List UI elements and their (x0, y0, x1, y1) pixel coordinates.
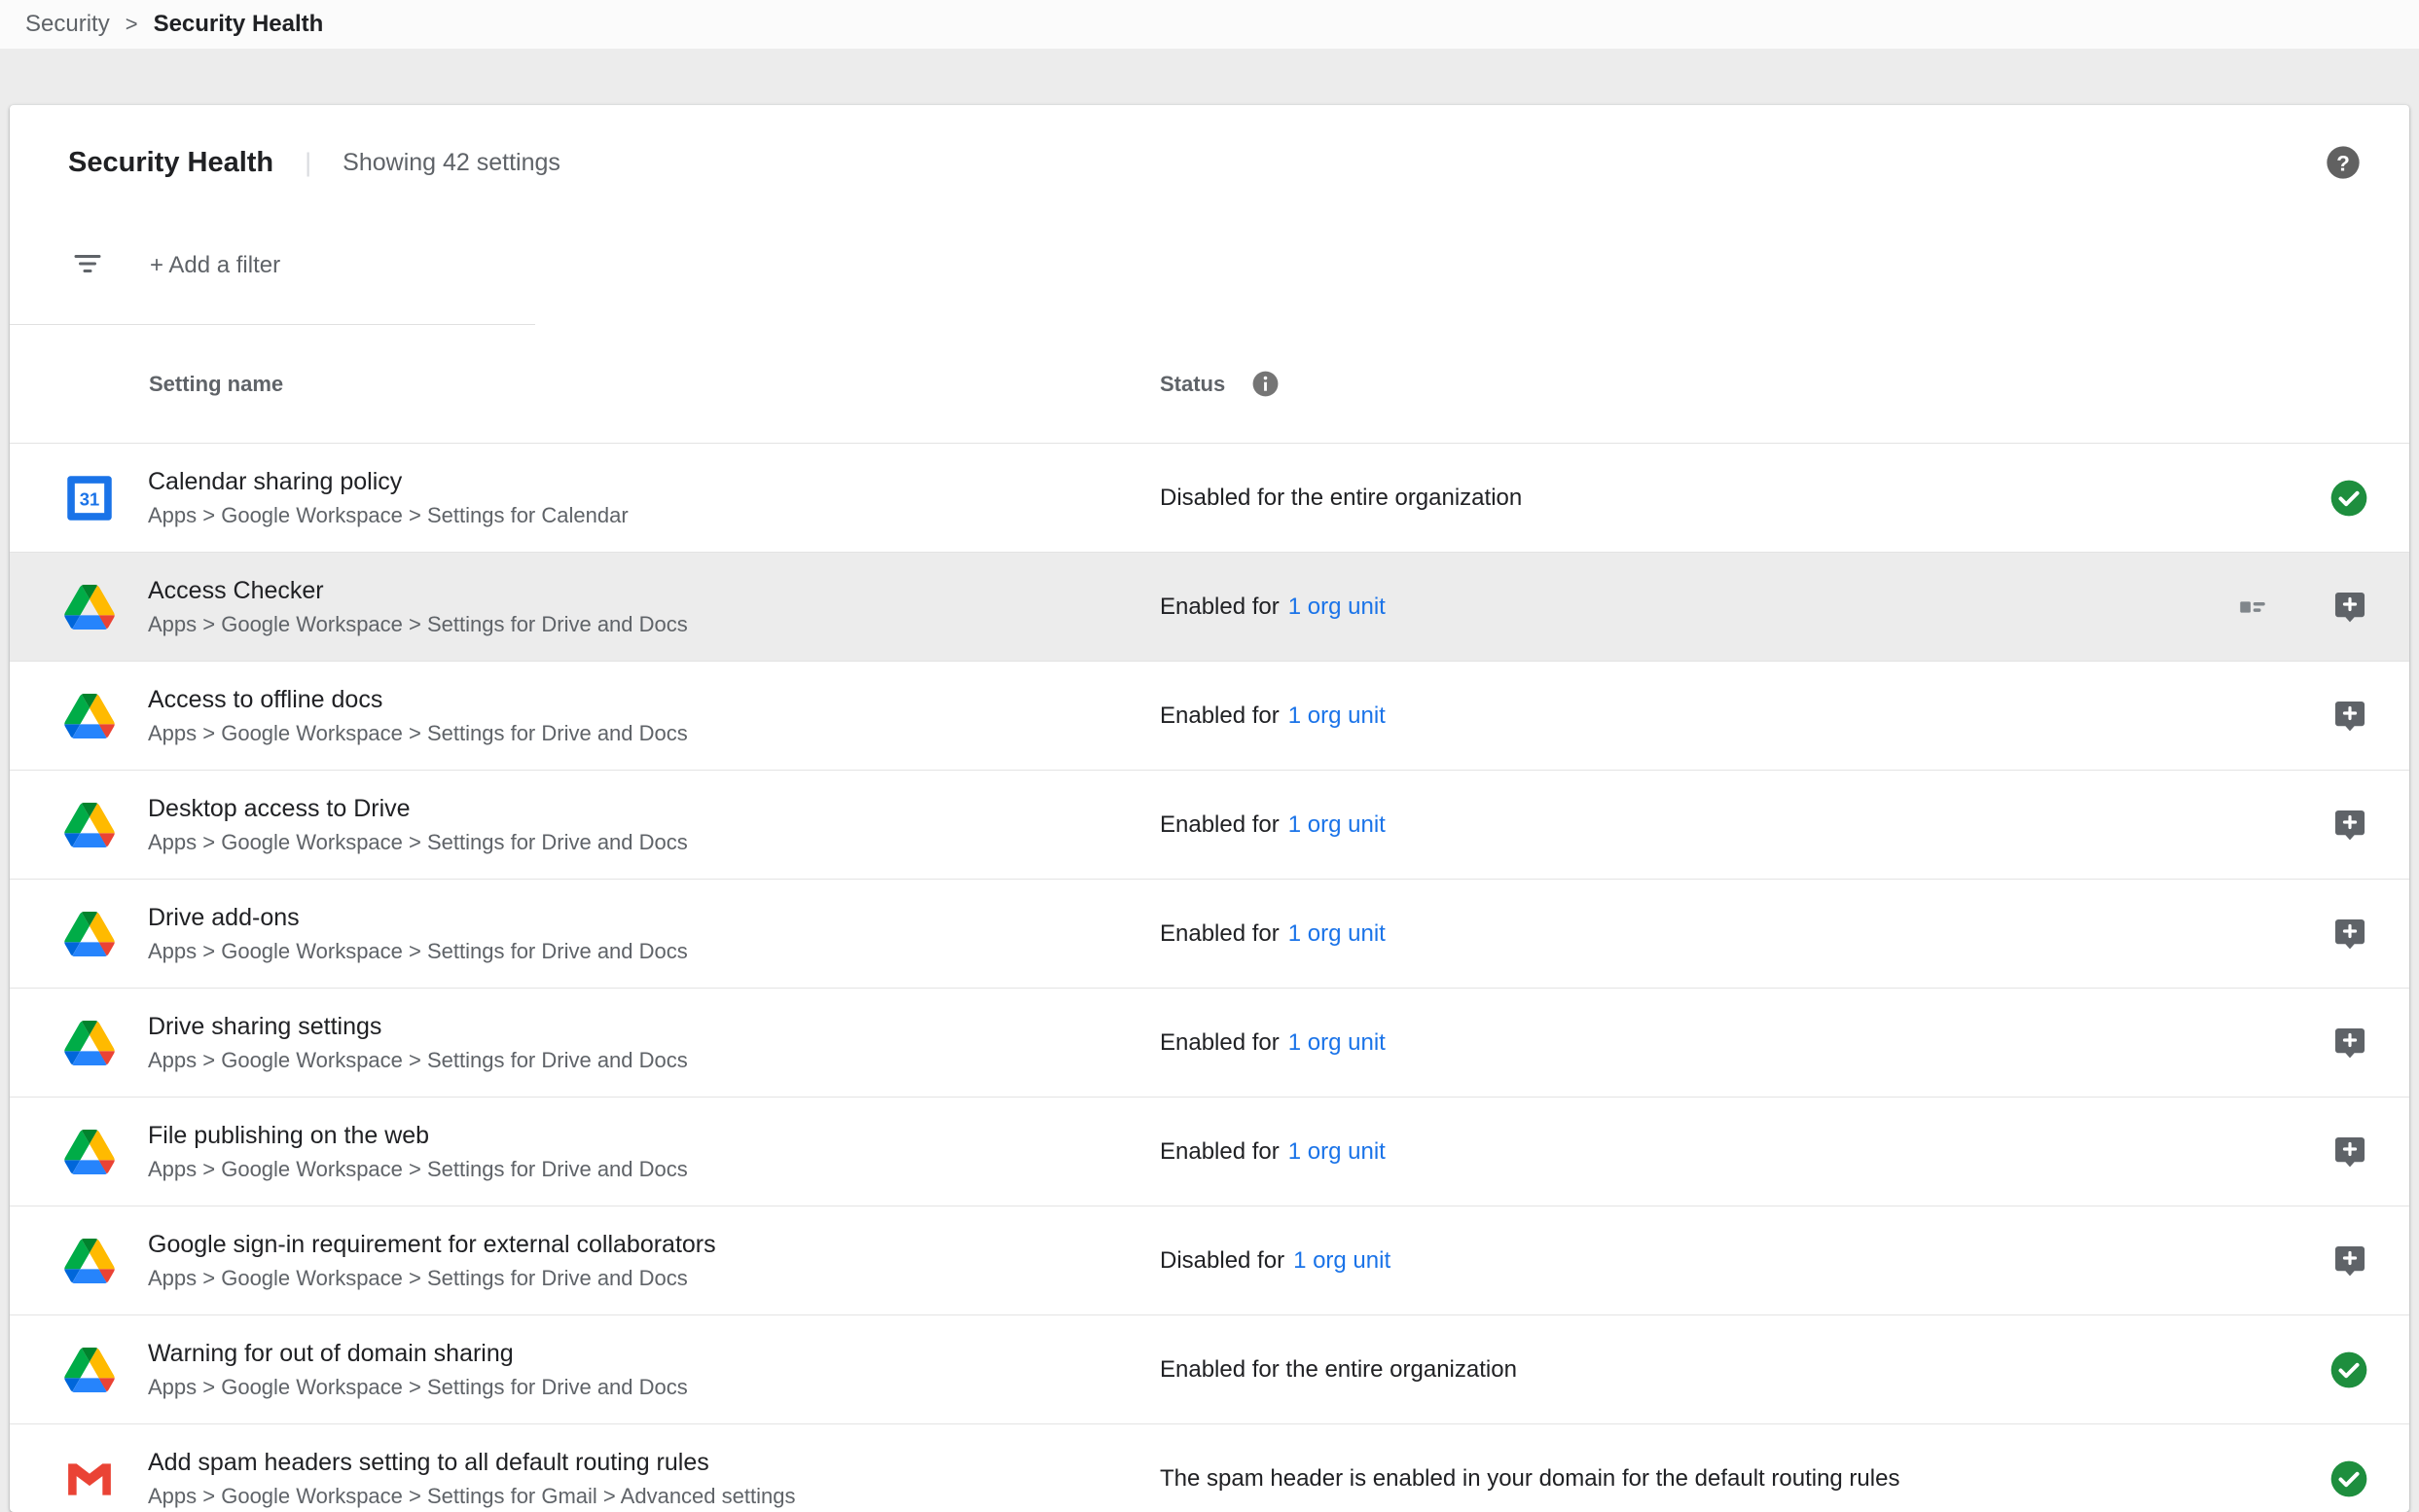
flag-plus-icon (2331, 807, 2368, 844)
drive-icon (64, 1236, 115, 1286)
details-icon[interactable] (2236, 591, 2269, 624)
table-body: 31 Calendar sharing policy Apps > Google… (10, 443, 2409, 1512)
breadcrumb-security-health: Security Health (154, 11, 324, 38)
flag-plus-icon (2331, 1025, 2368, 1062)
help-icon: ? (2324, 143, 2363, 182)
settings-count: Showing 42 settings (343, 149, 560, 177)
svg-text:?: ? (2336, 151, 2350, 175)
setting-path: Apps > Google Workspace > Settings for D… (148, 1266, 716, 1291)
org-unit-link[interactable]: 1 org unit (1288, 702, 1386, 730)
gmail-icon (64, 1454, 115, 1504)
org-unit-link[interactable]: 1 org unit (1288, 920, 1386, 948)
check-circle-icon (2329, 1350, 2368, 1389)
column-status: Status (1160, 372, 1225, 397)
table-row[interactable]: Access Checker Apps > Google Workspace >… (10, 552, 2409, 661)
org-unit-link[interactable]: 1 org unit (1288, 1029, 1386, 1057)
table-row[interactable]: Drive sharing settings Apps > Google Wor… (10, 988, 2409, 1097)
drive-icon (64, 1018, 115, 1068)
setting-name: Calendar sharing policy (148, 468, 629, 496)
flag-plus-icon (2331, 916, 2368, 953)
setting-name: File publishing on the web (148, 1122, 688, 1150)
title-divider: | (305, 148, 311, 178)
status-text: Enabled for the entire organization (1160, 1356, 1517, 1384)
org-unit-link[interactable]: 1 org unit (1293, 1247, 1390, 1275)
setting-name: Drive sharing settings (148, 1013, 688, 1041)
drive-icon (64, 691, 115, 741)
flag-plus-icon (2331, 1134, 2368, 1170)
org-unit-link[interactable]: 1 org unit (1288, 1138, 1386, 1166)
table-row[interactable]: Desktop access to Drive Apps > Google Wo… (10, 770, 2409, 879)
table-row[interactable]: Access to offline docs Apps > Google Wor… (10, 661, 2409, 770)
table-header: Setting name Status (10, 325, 2409, 443)
breadcrumb: Security > Security Health (0, 0, 2419, 49)
setting-path: Apps > Google Workspace > Settings for D… (148, 1375, 688, 1400)
setting-path: Apps > Google Workspace > Settings for D… (148, 830, 688, 855)
table-row[interactable]: Warning for out of domain sharing Apps >… (10, 1314, 2409, 1423)
setting-name: Access Checker (148, 577, 688, 605)
column-setting-name: Setting name (10, 372, 1160, 397)
help-button[interactable]: ? (2324, 143, 2363, 182)
table-row[interactable]: Add spam headers setting to all default … (10, 1423, 2409, 1512)
drive-icon (64, 800, 115, 850)
setting-name: Add spam headers setting to all default … (148, 1449, 795, 1477)
breadcrumb-separator-icon: > (126, 12, 138, 37)
page-title: Security Health (68, 147, 273, 179)
card-header: Security Health | Showing 42 settings ? (10, 105, 2409, 206)
table-row[interactable]: Google sign-in requirement for external … (10, 1206, 2409, 1314)
security-health-card: Security Health | Showing 42 settings ? … (10, 105, 2409, 1512)
setting-name: Drive add-ons (148, 904, 688, 932)
check-circle-icon (2329, 1459, 2368, 1498)
table-row[interactable]: 31 Calendar sharing policy Apps > Google… (10, 443, 2409, 552)
status-text: Enabled for (1160, 1029, 1280, 1057)
status-text: Enabled for (1160, 594, 1280, 621)
drive-icon (64, 582, 115, 632)
setting-path: Apps > Google Workspace > Settings for G… (148, 1484, 795, 1509)
svg-text:31: 31 (80, 488, 99, 509)
org-unit-link[interactable]: 1 org unit (1288, 594, 1386, 621)
flag-plus-icon (2331, 1242, 2368, 1279)
status-text: Enabled for (1160, 702, 1280, 730)
table-row[interactable]: Drive add-ons Apps > Google Workspace > … (10, 879, 2409, 988)
drive-icon (64, 909, 115, 959)
table-row[interactable]: File publishing on the web Apps > Google… (10, 1097, 2409, 1206)
info-icon[interactable] (1250, 369, 1281, 399)
add-filter-button[interactable]: + Add a filter (150, 252, 280, 279)
calendar-icon: 31 (64, 473, 115, 523)
setting-name: Warning for out of domain sharing (148, 1340, 688, 1368)
setting-path: Apps > Google Workspace > Settings for D… (148, 1048, 688, 1073)
setting-path: Apps > Google Workspace > Settings for D… (148, 939, 688, 964)
setting-name: Access to offline docs (148, 686, 688, 714)
status-text: Disabled for the entire organization (1160, 485, 1522, 512)
org-unit-link[interactable]: 1 org unit (1288, 811, 1386, 839)
breadcrumb-security[interactable]: Security (25, 11, 110, 38)
flag-plus-icon (2331, 698, 2368, 735)
filter-bar: + Add a filter (10, 206, 2409, 325)
flag-plus-icon (2331, 589, 2368, 626)
status-text: Disabled for (1160, 1247, 1284, 1275)
setting-path: Apps > Google Workspace > Settings for D… (148, 1157, 688, 1182)
drive-icon (64, 1127, 115, 1177)
setting-name: Desktop access to Drive (148, 795, 688, 823)
check-circle-icon (2329, 479, 2368, 518)
status-text: The spam header is enabled in your domai… (1160, 1465, 1899, 1493)
status-text: Enabled for (1160, 1138, 1280, 1166)
setting-path: Apps > Google Workspace > Settings for D… (148, 721, 688, 746)
setting-path: Apps > Google Workspace > Settings for D… (148, 612, 688, 637)
filter-icon (70, 246, 105, 286)
setting-path: Apps > Google Workspace > Settings for C… (148, 503, 629, 528)
status-text: Enabled for (1160, 920, 1280, 948)
setting-name: Google sign-in requirement for external … (148, 1231, 716, 1259)
status-text: Enabled for (1160, 811, 1280, 839)
drive-icon (64, 1345, 115, 1395)
